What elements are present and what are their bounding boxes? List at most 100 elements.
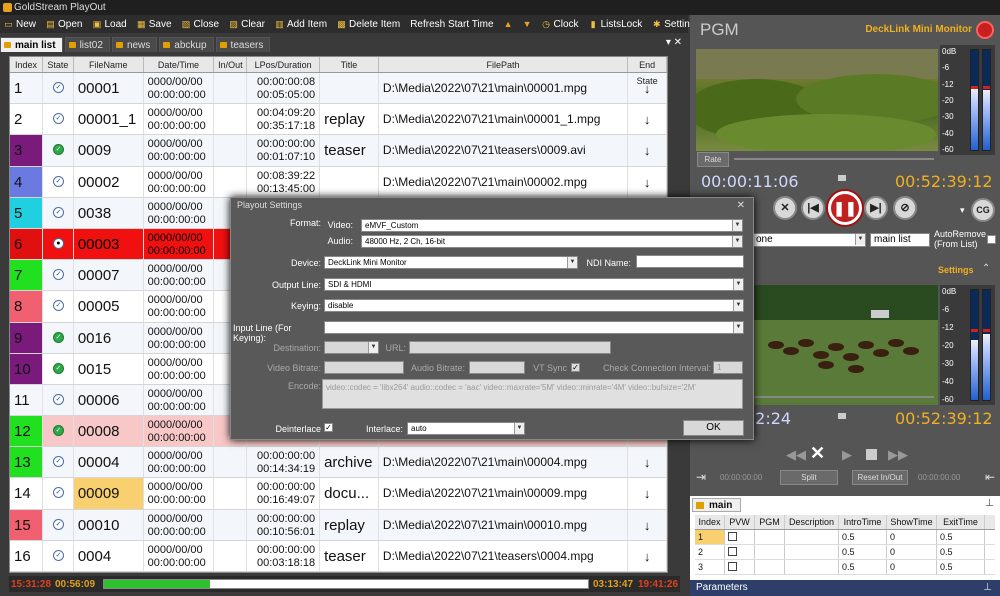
table-row[interactable]: 1 ✓ 00001 0000/00/00 00:00:00:00 00:00:00:08 0… [10, 73, 667, 105]
destination-select[interactable]: ▼ [324, 341, 379, 354]
pvw-stop-icon[interactable] [866, 449, 877, 460]
toolbar-new-button[interactable]: ▭ New [0, 15, 42, 33]
toolbar-add-item-button[interactable]: ▥ Add Item [271, 15, 333, 33]
cg-cell[interactable] [725, 560, 755, 574]
video-bitrate-input[interactable] [324, 361, 404, 374]
deinterlace-checkbox[interactable]: ✓ [324, 423, 333, 432]
mute-button[interactable]: ⊘ [893, 196, 917, 220]
url-input[interactable] [409, 341, 611, 354]
set-out-icon[interactable]: ⇤ [985, 470, 995, 484]
device-select[interactable]: DeckLink Mini Monitor ▼ [324, 256, 578, 269]
cg-column-header[interactable]: PGM [755, 515, 785, 529]
toolbar-load-button[interactable]: ▣ Load [88, 15, 132, 33]
cg-main-tab[interactable]: main [692, 498, 742, 512]
keying-select[interactable]: disable ▼ [324, 299, 744, 312]
pvw-slider[interactable] [734, 396, 934, 398]
pin-icon[interactable]: ⊥ [985, 498, 994, 509]
audio-format-select[interactable]: 48000 Hz, 2 Ch, 16-bit ▼ [361, 235, 743, 248]
pvw-rewind-icon[interactable]: ◀◀ [786, 447, 806, 463]
toolbar-down-icon-button[interactable]: ▼ [519, 15, 538, 33]
video-format-select[interactable]: eMVF_Custom ▼ [361, 219, 743, 232]
dialog-close-icon[interactable]: ✕ [737, 200, 745, 211]
column-header[interactable]: End State [628, 57, 667, 86]
column-header[interactable]: FilePath [379, 57, 629, 72]
parameters-pin-icon[interactable]: ⊥ [983, 580, 992, 596]
column-header[interactable]: FileName [74, 57, 144, 72]
column-header[interactable]: In/Out [214, 57, 248, 72]
tab-main-list[interactable]: main list [0, 37, 63, 52]
set-in-icon[interactable]: ⇥ [696, 470, 706, 484]
table-row[interactable]: 16 ✓ 0004 0000/00/00 00:00:00:00 00:00:00:00 0… [10, 540, 667, 572]
cg-column-header[interactable]: ExitTime [937, 515, 985, 529]
column-header[interactable]: Title [320, 57, 379, 72]
cg-table-row[interactable]: 1 0.5 0 0.5 [695, 530, 995, 545]
pvw-checkbox[interactable] [728, 562, 737, 571]
tab-teasers[interactable]: teasers [215, 37, 271, 52]
table-row[interactable]: 2 ✓ 00001_1 0000/00/00 00:00:00:00 00:04:09:2… [10, 104, 667, 136]
toolbar-open-button[interactable]: ▤ Open [42, 15, 88, 33]
pvw-forward-icon[interactable]: ▶▶ [888, 447, 908, 463]
cg-column-header[interactable]: PVW [725, 515, 755, 529]
rate-button[interactable]: Rate [697, 152, 729, 167]
cg-column-header[interactable]: Index [695, 515, 725, 529]
toolbar-save-button[interactable]: ▦ Save [133, 15, 178, 33]
toolbar-listslock-button[interactable]: ▮ ListsLock [585, 15, 649, 33]
pvw-play-icon[interactable]: ▶ [842, 447, 852, 463]
table-row[interactable]: 4 ✓ 00002 0000/00/00 00:00:00:00 00:08:39:22 0… [10, 166, 667, 198]
autoremove-checkbox[interactable] [987, 235, 996, 244]
toolbar-refresh-start-time-button[interactable]: Refresh Start Time [406, 15, 499, 33]
cg-menu-icon[interactable]: ▾ [960, 205, 965, 216]
tabs-menu-icon[interactable]: ▾ ✕ [666, 37, 682, 48]
vt-sync-checkbox[interactable]: ✓ [571, 363, 580, 372]
check-connection-input[interactable]: 1 [713, 361, 743, 374]
reset-inout-button[interactable]: Reset In/Out [852, 470, 908, 485]
column-header[interactable]: State [43, 57, 74, 72]
pgm-list-field[interactable]: main list [870, 233, 930, 247]
toolbar-close-button[interactable]: ▧ Close [178, 15, 226, 33]
prev-button[interactable]: |◀ [801, 196, 825, 220]
interlace-select[interactable]: auto ▼ [407, 422, 525, 435]
table-row[interactable]: 3 ✓ 0009 0000/00/00 00:00:00:00 00:00:00:00 00… [10, 135, 667, 167]
cg-column-header[interactable]: IntroTime [839, 515, 887, 529]
column-header[interactable]: Index [10, 57, 43, 72]
pgm-source-combo[interactable]: one ▼ [752, 233, 866, 247]
rate-slider[interactable] [734, 158, 934, 160]
cg-cell[interactable] [725, 545, 755, 559]
cg-cell[interactable] [755, 530, 785, 544]
toolbar-up-icon-button[interactable]: ▲ [500, 15, 519, 33]
cg-button[interactable]: CG [971, 198, 995, 222]
input-line-select[interactable]: ▼ [324, 321, 744, 334]
table-row[interactable]: 13 ✓ 00004 0000/00/00 00:00:00:00 00:00:00:00… [10, 447, 667, 479]
column-header[interactable]: Date/Time [144, 57, 215, 72]
cg-column-header[interactable]: Description [785, 515, 839, 529]
encode-textarea[interactable]: video::codec = 'libx264' audio::codec = … [322, 379, 743, 409]
output-line-select[interactable]: SDI & HDMI ▼ [324, 278, 744, 291]
toolbar-clock-button[interactable]: ◷ Clock [538, 15, 585, 33]
cg-cell[interactable] [755, 560, 785, 574]
cg-table-row[interactable]: 3 0.5 0 0.5 [695, 560, 995, 575]
parameters-bar[interactable]: Parameters ⊥ [690, 580, 1000, 596]
table-row[interactable]: 14 ✓ 00009 0000/00/00 00:00:00:00 00:00:00:00… [10, 478, 667, 510]
cg-table-row[interactable]: 2 0.5 0 0.5 [695, 545, 995, 560]
pvw-close-icon[interactable]: ✕ [810, 443, 825, 464]
pvw-checkbox[interactable] [728, 547, 737, 556]
ok-button[interactable]: OK [683, 420, 744, 436]
cg-column-header[interactable]: ShowTime [887, 515, 937, 529]
table-row[interactable]: 15 ✓ 00010 0000/00/00 00:00:00:00 00:00:00:00… [10, 509, 667, 541]
toolbar-clear-button[interactable]: ▨ Clear [225, 15, 271, 33]
audio-bitrate-input[interactable] [469, 361, 525, 374]
next-button[interactable]: ▶| [864, 196, 888, 220]
ndi-name-input[interactable] [636, 255, 744, 268]
stop-button[interactable]: ✕ [773, 196, 797, 220]
split-button[interactable]: Split [780, 470, 838, 485]
pause-button[interactable]: ❚❚ [828, 191, 862, 225]
cg-cell[interactable] [725, 530, 755, 544]
tab-news[interactable]: news [111, 37, 158, 52]
pvw-menu-icon[interactable]: ⌃ [982, 263, 990, 274]
tab-abckup[interactable]: abckup [159, 37, 214, 52]
column-header[interactable]: LPos/Duration [247, 57, 321, 72]
toolbar-delete-item-button[interactable]: ▩ Delete Item [333, 15, 406, 33]
pvw-checkbox[interactable] [728, 532, 737, 541]
tab-list02[interactable]: list02 [64, 37, 110, 52]
cg-cell[interactable] [755, 545, 785, 559]
